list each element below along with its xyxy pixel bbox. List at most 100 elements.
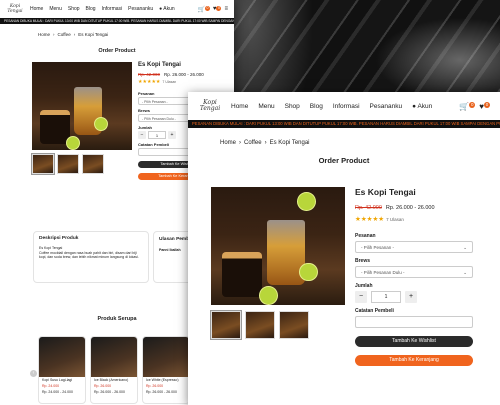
page-title: Order Product <box>318 156 370 165</box>
rating: ★★★★★ 7 Ulasan <box>355 215 473 223</box>
price-range: Rp. 26.000 - 26.000 <box>164 72 204 77</box>
product-name: Es Kopi Tengai <box>355 187 416 197</box>
thumbnail[interactable] <box>245 311 275 339</box>
rating: ★★★★★ 7 Ulasan <box>138 79 216 85</box>
brews-select[interactable]: - Pilih Pesanan Dulu - ⌄ <box>355 266 473 278</box>
menu-icon[interactable]: ≡ <box>224 6 228 12</box>
cart-icon[interactable]: 🛒 0 <box>197 5 210 13</box>
note-input[interactable] <box>355 316 473 328</box>
quantity-input[interactable]: 1 <box>371 291 401 303</box>
thumbnail[interactable] <box>82 154 104 174</box>
product-gallery <box>210 187 345 366</box>
thumbnail[interactable] <box>57 154 79 174</box>
wishlist-badge: 0 <box>484 101 490 108</box>
cart-badge: 0 <box>204 5 210 11</box>
crumb-current: Es Kopi Tengai <box>269 140 310 146</box>
minus-button[interactable]: − <box>355 291 367 303</box>
related-card[interactable]: Ice Black (Americano) Rp. 26.000 Rp. 26.… <box>90 336 138 404</box>
star-icons: ★★★★★ <box>138 79 161 85</box>
star-icons: ★★★★★ <box>355 216 385 223</box>
note-label: Catatan Pembeli <box>355 308 394 314</box>
heart-icon[interactable]: ♥ 0 <box>479 101 490 111</box>
wishlist-button[interactable]: Tambah Ke Wishlist <box>355 336 473 347</box>
plus-button[interactable]: + <box>405 291 417 303</box>
product-price: Rp. 42.000 Rp. 26.000 - 26.000 <box>355 205 473 211</box>
nav-shop[interactable]: Shop <box>68 6 80 12</box>
chevron-left-icon[interactable]: ‹ <box>30 370 37 377</box>
cart-icon[interactable]: 🛒 0 <box>459 101 476 111</box>
product-main-image[interactable] <box>211 187 345 305</box>
chevron-down-icon: ⌄ <box>463 270 467 275</box>
nav-pesananku[interactable]: Pesananku <box>128 6 153 12</box>
nav-home[interactable]: Home <box>231 103 248 110</box>
crumb-home[interactable]: Home <box>38 32 50 37</box>
nav-akun[interactable]: ● Akun <box>159 6 175 12</box>
cup-shape <box>40 110 70 144</box>
front-browser-window: Kopi Tengai Home Menu Shop Blog Informas… <box>188 92 500 405</box>
account-label: Akun <box>163 6 175 12</box>
plus-button[interactable]: + <box>168 131 176 139</box>
nav-blog[interactable]: Blog <box>310 103 323 110</box>
cup-shape <box>221 251 262 297</box>
nav-akun[interactable]: ● Akun <box>412 103 432 110</box>
breadcrumb: Home › Coffee › Es Kopi Tengai <box>38 32 109 37</box>
site-header: Kopi Tengai Home Menu Shop Blog Informas… <box>188 92 500 120</box>
thumbnail[interactable] <box>210 310 242 340</box>
site-logo[interactable]: Kopi Tengai <box>198 100 222 112</box>
main-nav: Home Menu Shop Blog Informasi Pesananku … <box>30 6 175 12</box>
qty-label: Jumlah <box>355 283 373 289</box>
lime-slice <box>66 135 80 150</box>
lime-slice <box>299 262 319 282</box>
minus-button[interactable]: − <box>138 131 146 139</box>
old-price: Rp. 42.000 <box>355 205 382 211</box>
quantity-stepper: − 1 + <box>355 291 473 303</box>
crumb-current: Es Kopi Tengai <box>78 32 109 37</box>
related-products: Kopi Susu Lagi-lagi Rp. 24.000 Rp. 24.00… <box>38 336 190 404</box>
product-info: Es Kopi Tengai Rp. 42.000 Rp. 26.000 - 26… <box>355 187 473 366</box>
related-image <box>39 337 85 377</box>
related-card[interactable]: Ice White (Espresso) Rp. 26.000 Rp. 26.0… <box>142 336 190 404</box>
pesanan-select[interactable]: - Pilih Pesanan - ⌄ <box>355 241 473 253</box>
nav-pesananku[interactable]: Pesananku <box>370 103 403 110</box>
thumbnail[interactable] <box>31 153 55 175</box>
product-main-image[interactable] <box>32 62 132 150</box>
review-count[interactable]: 7 Ulasan <box>386 217 404 222</box>
site-logo[interactable]: Kopi Tengai <box>6 4 24 14</box>
thumbnail-row <box>210 310 345 340</box>
crumb-coffee[interactable]: Coffee <box>58 32 71 37</box>
brews-label: Brews <box>355 258 371 264</box>
related-range: Rp. 26.000 - 26.000 <box>94 390 125 394</box>
main-nav: Home Menu Shop Blog Informasi Pesananku … <box>231 103 432 110</box>
heart-icon[interactable]: ♥ 0 <box>213 6 222 12</box>
description-text: Es Kopi Tengai Coffee mocktail dengan ra… <box>39 245 139 260</box>
thumbnail[interactable] <box>279 311 309 339</box>
cart-badge: 0 <box>469 101 476 108</box>
nav-home[interactable]: Home <box>30 6 43 12</box>
review-count[interactable]: 7 Ulasan <box>162 80 176 84</box>
quantity-input[interactable]: 1 <box>148 131 166 139</box>
description-title: Deskripsi Produk <box>39 236 79 241</box>
nav-blog[interactable]: Blog <box>86 6 96 12</box>
product-name: Es Kopi Tengai <box>138 62 181 68</box>
lime-slice <box>296 191 316 211</box>
account-label: Akun <box>417 102 433 110</box>
nav-menu[interactable]: Menu <box>49 6 62 12</box>
related-card[interactable]: Kopi Susu Lagi-lagi Rp. 24.000 Rp. 24.00… <box>38 336 86 404</box>
crumb-coffee[interactable]: Coffee <box>244 140 262 146</box>
announcement-ticker: PESANAN DIBUKA MULAI : DARI PUKUL 13:00 … <box>188 120 500 128</box>
nav-informasi[interactable]: Informasi <box>102 6 123 12</box>
crumb-home[interactable]: Home <box>220 140 236 146</box>
old-price: Rp. 42.000 <box>138 72 161 77</box>
add-to-cart-button[interactable]: Tambah Ke Keranjang <box>355 355 473 366</box>
price-range: Rp. 26.000 - 26.000 <box>385 205 435 211</box>
related-image <box>91 337 137 377</box>
nav-shop[interactable]: Shop <box>285 103 300 110</box>
header-icons: 🛒 0 ♥ 0 <box>459 101 490 111</box>
related-range: Rp. 24.000 - 24.000 <box>42 390 73 394</box>
pesanan-value: - Pilih Pesanan - <box>142 100 168 104</box>
pesanan-label: Pesanan <box>355 233 376 239</box>
related-range: Rp. 26.000 - 26.000 <box>146 390 177 394</box>
nav-menu[interactable]: Menu <box>258 103 274 110</box>
nav-informasi[interactable]: Informasi <box>333 103 360 110</box>
product-price: Rp. 42.000 Rp. 26.000 - 26.000 <box>138 72 216 77</box>
